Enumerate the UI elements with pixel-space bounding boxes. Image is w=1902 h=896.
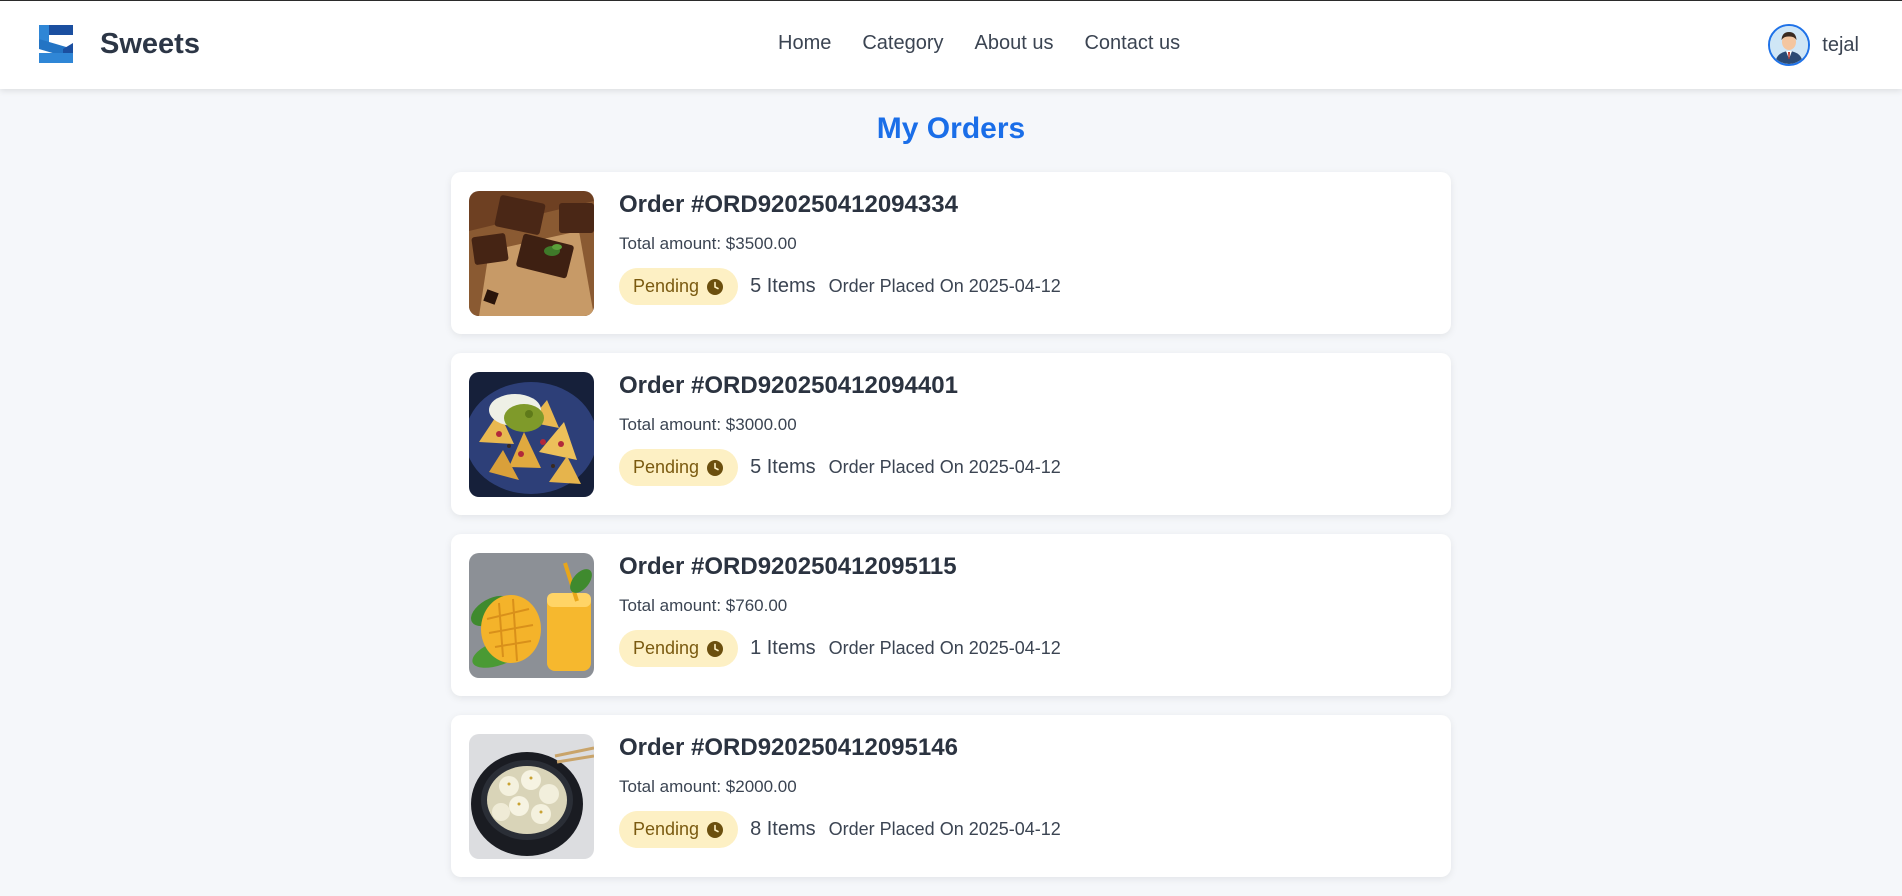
orders-list: Order #ORD920250412094334 Total amount: … <box>451 172 1451 896</box>
nav-home[interactable]: Home <box>778 32 831 55</box>
status-badge: Pending <box>619 630 739 667</box>
items-count: 5 Items <box>750 456 816 478</box>
order-thumbnail <box>469 191 594 316</box>
order-card[interactable]: Order #ORD920250412094334 Total amount: … <box>451 172 1451 334</box>
order-card[interactable]: Order #ORD920250412095115 Total amount: … <box>451 534 1451 696</box>
status-label: Pending <box>633 638 700 658</box>
items-count: 8 Items <box>750 818 816 840</box>
mango-juice-image <box>469 553 594 678</box>
items-count: 5 Items <box>750 275 816 297</box>
status-label: Pending <box>633 819 700 839</box>
navbar: Sweets Home Category About us Contact us… <box>0 0 1902 89</box>
status-badge: Pending <box>619 268 739 305</box>
brand-name: Sweets <box>100 27 200 60</box>
nachos-image <box>469 372 594 497</box>
order-id: Order #ORD920250412095115 <box>619 553 957 580</box>
order-placed-date: Order Placed On 2025-04-12 <box>828 819 1061 839</box>
page-title: My Orders <box>876 112 1026 145</box>
order-meta: Pending 5 Items Order Placed On 2025-04-… <box>619 268 1061 305</box>
user-menu[interactable]: tejal <box>1768 24 1859 66</box>
order-placed-date: Order Placed On 2025-04-12 <box>828 276 1061 296</box>
order-thumbnail <box>469 734 594 859</box>
order-total: Total amount: $760.00 <box>619 596 788 615</box>
order-meta: Pending 5 Items Order Placed On 2025-04-… <box>619 449 1061 486</box>
order-placed-date: Order Placed On 2025-04-12 <box>828 638 1061 658</box>
main-nav: Home Category About us Contact us <box>778 32 1211 55</box>
nav-about-us[interactable]: About us <box>975 32 1054 55</box>
clock-icon <box>707 278 724 295</box>
user-avatar-icon <box>1768 24 1811 66</box>
clock-icon <box>707 821 724 838</box>
status-label: Pending <box>633 276 700 296</box>
status-badge: Pending <box>619 449 739 486</box>
order-id: Order #ORD920250412095146 <box>619 734 958 761</box>
status-label: Pending <box>633 457 700 477</box>
status-badge: Pending <box>619 811 739 848</box>
order-meta: Pending 1 Items Order Placed On 2025-04-… <box>619 630 1061 667</box>
order-total: Total amount: $3500.00 <box>619 234 797 253</box>
nav-contact-us[interactable]: Contact us <box>1084 32 1180 55</box>
nav-category[interactable]: Category <box>862 32 943 55</box>
rasgulla-image <box>469 734 594 859</box>
order-meta: Pending 8 Items Order Placed On 2025-04-… <box>619 811 1061 848</box>
order-total: Total amount: $2000.00 <box>619 777 797 796</box>
order-total: Total amount: $3000.00 <box>619 415 797 434</box>
brownies-image <box>469 191 594 316</box>
order-thumbnail <box>469 553 594 678</box>
brand-link[interactable]: Sweets <box>37 23 200 65</box>
order-card[interactable]: Order #ORD920250412095146 Total amount: … <box>451 715 1451 877</box>
clock-icon <box>707 640 724 657</box>
order-card[interactable]: Order #ORD920250412094401 Total amount: … <box>451 353 1451 515</box>
order-thumbnail <box>469 372 594 497</box>
order-placed-date: Order Placed On 2025-04-12 <box>828 457 1061 477</box>
user-name: tejal <box>1822 33 1859 56</box>
items-count: 1 Items <box>750 637 816 659</box>
order-id: Order #ORD920250412094334 <box>619 191 958 218</box>
clock-icon <box>707 459 724 476</box>
order-id: Order #ORD920250412094401 <box>619 372 958 399</box>
brand-s-logo-icon <box>39 25 73 63</box>
